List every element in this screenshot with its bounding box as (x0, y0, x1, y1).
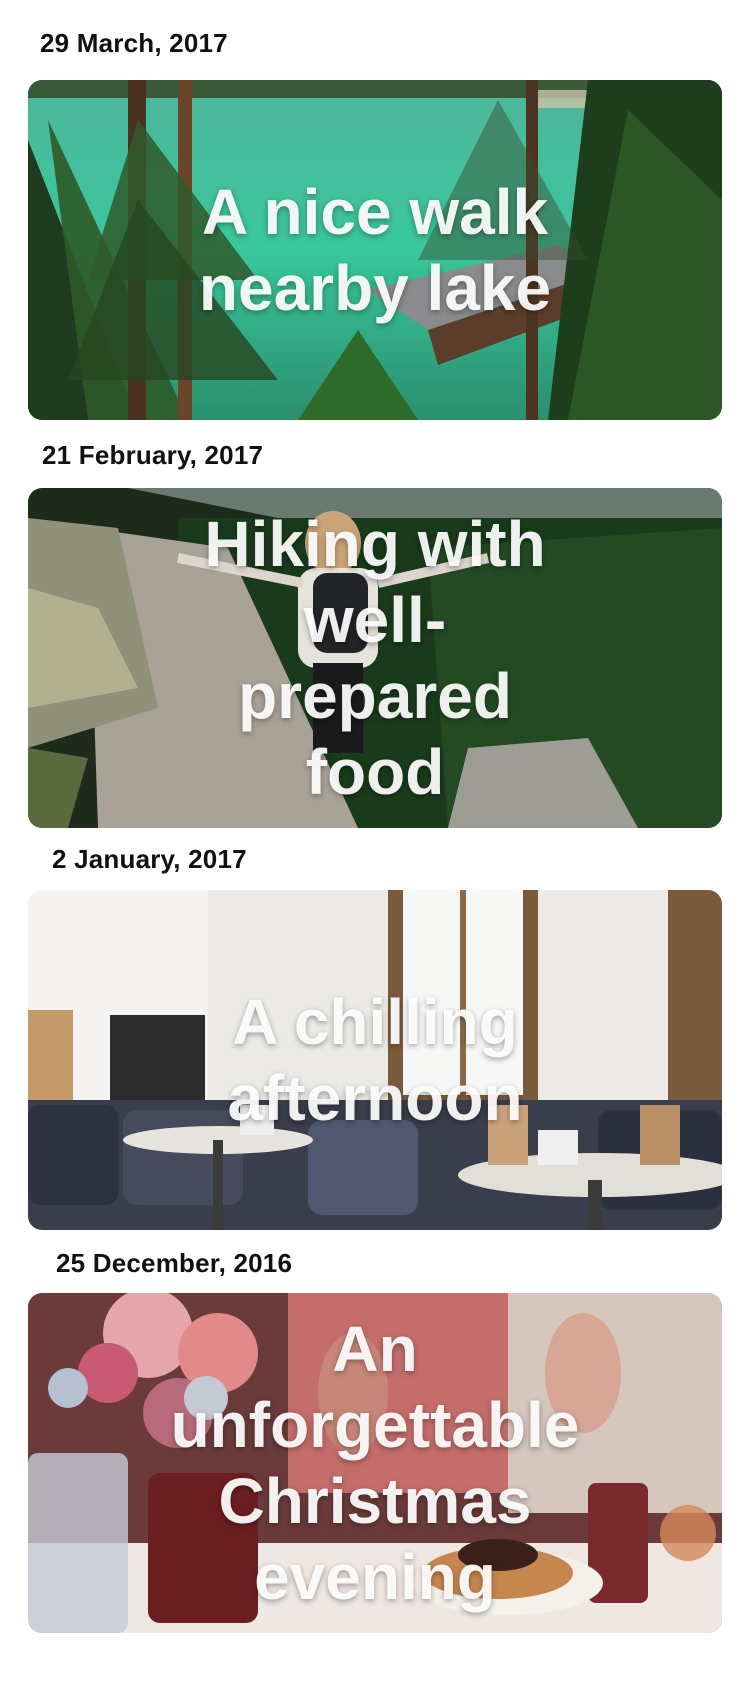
entry-date: 25 December, 2016 (56, 1248, 293, 1278)
card-title: A chilling afternoon (227, 986, 523, 1134)
entry-date: 21 February, 2017 (42, 440, 264, 470)
journal-card-hiking[interactable]: Hiking with well-prepared food (28, 488, 722, 828)
journal-card-christmas[interactable]: An unforgettable Christmas evening (28, 1293, 722, 1633)
card-title: An unforgettable Christmas evening (170, 1313, 580, 1613)
card-title: A nice walk nearby lake (198, 176, 552, 324)
entry-date: 29 March, 2017 (40, 28, 228, 58)
journal-card-afternoon[interactable]: A chilling afternoon (28, 890, 722, 1230)
journal-card-lake[interactable]: A nice walk nearby lake (28, 80, 722, 420)
entry-date: 2 January, 2017 (52, 844, 247, 874)
card-title: Hiking with well-prepared food (204, 508, 546, 808)
